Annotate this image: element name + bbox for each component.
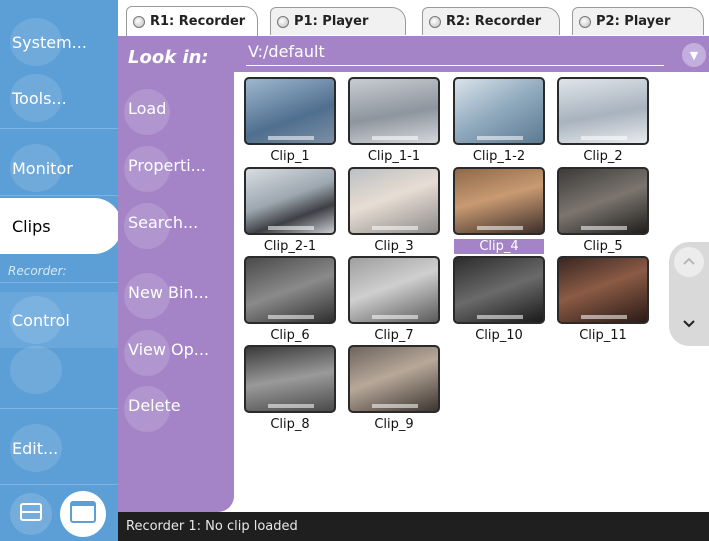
radio-icon xyxy=(133,15,145,28)
clip-thumbnail xyxy=(348,345,440,413)
tab-p1-player[interactable]: P1: Player xyxy=(270,7,406,35)
delete-button[interactable]: Delete xyxy=(124,386,181,432)
clip-thumbnail xyxy=(453,77,545,145)
sidebar-item-control[interactable]: Control xyxy=(0,292,118,348)
clip-item[interactable]: Clip_2 xyxy=(555,77,651,164)
clip-item[interactable]: Clip_8 xyxy=(242,345,338,432)
clip-item[interactable]: Clip_3 xyxy=(346,167,442,254)
clip-label: Clip_2 xyxy=(583,149,623,164)
clip-item[interactable]: Clip_1 xyxy=(242,77,338,164)
sidebar-item-tools[interactable]: Tools... xyxy=(0,70,118,126)
clip-item[interactable]: Clip_2-1 xyxy=(242,167,338,254)
clip-label: Clip_2-1 xyxy=(263,239,317,254)
main-sidebar: System... Tools... Monitor Clips Recorde… xyxy=(0,0,122,541)
clip-thumbnail xyxy=(348,77,440,145)
new-bin-button[interactable]: New Bin... xyxy=(124,273,209,319)
action-label: Load xyxy=(128,99,167,118)
tab-label: R2: Recorder xyxy=(446,14,542,29)
sidebar-item-label: System... xyxy=(12,32,87,52)
clip-thumbnail xyxy=(244,77,336,145)
search-button[interactable]: Search... xyxy=(123,203,199,249)
clip-item[interactable]: Clip_11 xyxy=(555,256,651,343)
sidebar-item-blank[interactable] xyxy=(0,342,118,398)
clip-thumbnail xyxy=(348,256,440,324)
tab-p2-player[interactable]: P2: Player xyxy=(572,7,704,35)
clip-label: Clip_1 xyxy=(270,149,310,164)
clip-thumbnail xyxy=(453,256,545,324)
clip-item[interactable]: Clip_5 xyxy=(555,167,651,254)
path-dropdown-button[interactable]: ▼ xyxy=(682,43,706,67)
clip-item[interactable]: Clip_6 xyxy=(242,256,338,343)
sidebar-item-label: Control xyxy=(12,310,70,330)
tab-r1-recorder[interactable]: R1: Recorder xyxy=(126,6,258,36)
clip-thumbnail xyxy=(557,256,649,324)
clip-label: Clip_8 xyxy=(270,417,310,432)
scroll-up-button[interactable] xyxy=(674,247,704,277)
sidebar-divider xyxy=(0,408,118,409)
action-label: Search... xyxy=(128,213,199,232)
clip-thumbnail xyxy=(244,167,336,235)
clip-label: Clip_3 xyxy=(374,239,414,254)
clip-item[interactable]: Clip_10 xyxy=(451,256,547,343)
clip-item[interactable]: Clip_1-2 xyxy=(451,77,547,164)
tab-label: P1: Player xyxy=(294,14,369,29)
sidebar-divider xyxy=(0,195,118,196)
radio-icon xyxy=(277,15,289,28)
tab-label: P2: Player xyxy=(596,14,671,29)
clip-label: Clip_7 xyxy=(374,328,414,343)
clip-label: Clip_6 xyxy=(270,328,310,343)
action-label: View Op... xyxy=(128,340,210,359)
clip-thumbnail xyxy=(557,77,649,145)
status-bar: Recorder 1: No clip loaded xyxy=(118,512,709,541)
clip-thumbnail xyxy=(244,256,336,324)
clip-item[interactable]: Clip_4 xyxy=(451,167,547,254)
action-label: New Bin... xyxy=(128,283,209,302)
sidebar-divider xyxy=(0,484,118,485)
view-options-button[interactable]: View Op... xyxy=(123,330,210,376)
clip-thumbnail xyxy=(348,167,440,235)
radio-icon xyxy=(579,15,591,28)
clip-item[interactable]: Clip_9 xyxy=(346,345,442,432)
clip-thumbnail xyxy=(244,345,336,413)
clip-label: Clip_9 xyxy=(374,417,414,432)
path-field[interactable]: V:/default xyxy=(246,42,664,66)
action-label: Delete xyxy=(128,396,181,415)
clip-label: Clip_5 xyxy=(583,239,623,254)
chevron-down-icon: ▼ xyxy=(689,48,699,62)
clip-item[interactable]: Clip_7 xyxy=(346,256,442,343)
split-layout-button[interactable] xyxy=(10,493,52,535)
chevron-down-icon xyxy=(682,317,696,333)
clip-thumbnail xyxy=(557,167,649,235)
recorder-section-label: Recorder: xyxy=(8,264,67,278)
single-window-button[interactable] xyxy=(60,491,106,537)
sidebar-divider xyxy=(0,282,118,283)
clip-label: Clip_1-1 xyxy=(367,149,421,164)
clip-label: Clip_10 xyxy=(475,328,523,343)
sidebar-item-label: Edit... xyxy=(12,438,59,458)
action-label: Properti... xyxy=(128,156,206,175)
sidebar-divider xyxy=(0,128,118,129)
sidebar-item-system[interactable]: System... xyxy=(0,14,118,70)
sidebar-item-label: Tools... xyxy=(12,88,67,108)
load-button[interactable]: Load xyxy=(123,89,171,135)
radio-icon xyxy=(429,15,441,28)
scroll-down-button[interactable] xyxy=(674,310,704,340)
sidebar-item-label: Monitor xyxy=(12,158,73,178)
sidebar-item-monitor[interactable]: Monitor xyxy=(0,140,118,196)
properties-button[interactable]: Properti... xyxy=(124,146,206,192)
look-in-label: Look in: xyxy=(128,47,209,68)
chevron-up-icon xyxy=(682,254,696,270)
sidebar-item-edit[interactable]: Edit... xyxy=(0,420,118,476)
sidebar-item-clips[interactable]: Clips xyxy=(0,198,122,254)
tab-r2-recorder[interactable]: R2: Recorder xyxy=(422,7,560,35)
clip-label: Clip_4 xyxy=(454,239,544,254)
clip-label: Clip_11 xyxy=(579,328,627,343)
clip-label: Clip_1-2 xyxy=(472,149,526,164)
split-layout-icon xyxy=(20,503,42,525)
clip-item[interactable]: Clip_1-1 xyxy=(346,77,442,164)
tab-label: R1: Recorder xyxy=(150,14,246,29)
window-icon xyxy=(70,501,96,527)
sidebar-item-label: Clips xyxy=(12,216,51,236)
clip-thumbnail xyxy=(453,167,545,235)
